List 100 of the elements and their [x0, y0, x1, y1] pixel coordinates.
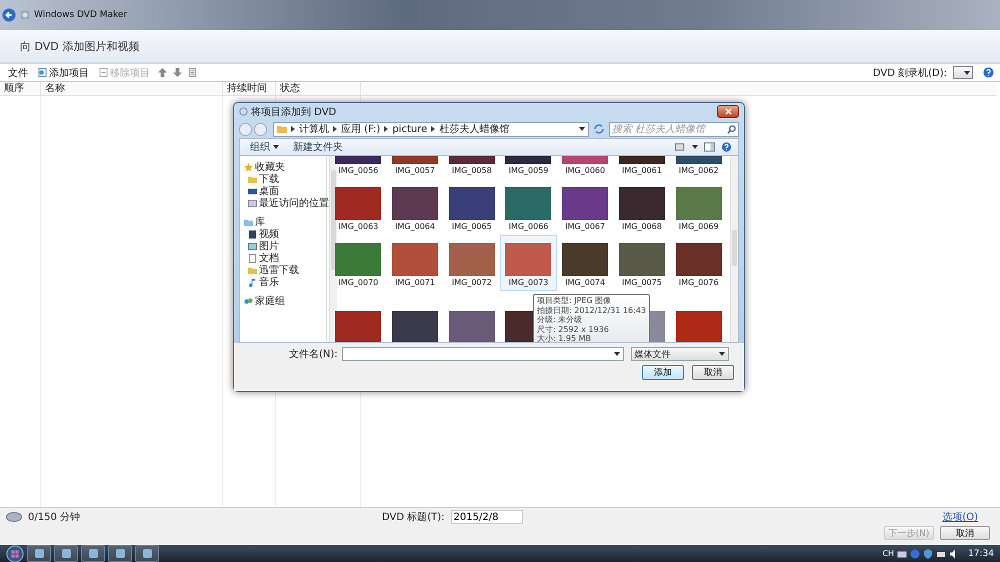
help-icon[interactable] — [721, 142, 732, 152]
footer-button[interactable]: 取消 — [940, 526, 990, 540]
file-tile[interactable]: IMG_0066 — [500, 179, 557, 235]
column-header[interactable]: 名称 — [41, 82, 223, 95]
column-header[interactable]: 状态 — [276, 82, 361, 95]
breadcrumb-item[interactable]: 杜莎夫人蜡像馆 — [439, 122, 510, 136]
burner-dropdown[interactable] — [953, 66, 973, 79]
document-icon — [248, 254, 257, 263]
dialog-button[interactable]: 添加 — [642, 365, 684, 380]
file-type-dropdown[interactable]: 媒体文件 — [630, 347, 729, 361]
shield-icon[interactable] — [923, 548, 934, 558]
file-tile[interactable]: IMG_0061 — [614, 156, 670, 179]
options-link[interactable]: 选项(O) — [942, 510, 978, 524]
file-tile[interactable]: IMG_0071 — [386, 235, 444, 291]
keyboard-icon[interactable] — [897, 548, 908, 558]
dvd-title-field[interactable]: 2015/2/8 — [450, 510, 523, 524]
photo-placeholder — [448, 243, 495, 276]
scrollbar[interactable] — [730, 156, 738, 342]
toolbar-button[interactable]: 文件 — [6, 66, 30, 80]
breadcrumb-item[interactable]: 应用 (F:) — [341, 122, 380, 136]
search-icon — [727, 124, 736, 134]
taskbar-app-icon[interactable] — [27, 545, 51, 562]
nav-item[interactable]: 最近访问的位置 — [244, 198, 329, 209]
address-bar[interactable]: 计算机 应用 (F:) picture 杜莎夫人蜡像馆 — [273, 122, 589, 136]
file-tile[interactable]: IMG_0075 — [614, 235, 670, 291]
view-icon[interactable] — [675, 142, 686, 152]
taskbar-app-icon[interactable] — [135, 545, 159, 562]
breadcrumb-item[interactable]: 计算机 — [299, 122, 329, 136]
file-tile[interactable]: IMG_0058 — [443, 156, 500, 179]
file-tile[interactable]: IMG_0059 — [500, 156, 557, 179]
file-tile[interactable]: IMG_0056 — [330, 156, 387, 179]
file-tile[interactable]: IMG_0062 — [670, 156, 727, 179]
photo-placeholder — [562, 187, 608, 220]
refresh-icon[interactable] — [593, 123, 605, 135]
command-button[interactable]: 组织 — [246, 140, 283, 154]
taskbar-app-icon[interactable] — [81, 545, 105, 562]
nav-group[interactable]: 收藏夹 — [244, 162, 329, 173]
nav-item[interactable]: 文档 — [244, 253, 329, 264]
close-button[interactable] — [717, 105, 739, 118]
nav-item[interactable]: 视频 — [244, 229, 329, 240]
move-down-icon[interactable] — [173, 68, 182, 77]
file-tile[interactable]: IMG_0070 — [330, 235, 387, 291]
start-icon[interactable] — [6, 544, 24, 562]
library-icon — [244, 218, 253, 227]
file-tile[interactable]: IMG_0076 — [670, 235, 727, 291]
search-field[interactable]: 搜索 杜莎夫人蜡像馆 — [609, 122, 739, 136]
document-icon[interactable] — [188, 68, 197, 77]
chevron-icon — [384, 126, 388, 132]
nav-item[interactable]: 桌面 — [244, 186, 329, 197]
photo-placeholder — [676, 311, 722, 342]
disc-icon — [20, 10, 30, 20]
file-tile[interactable]: IMG_0060 — [556, 156, 614, 179]
file-tile[interactable]: IMG_0068 — [614, 179, 670, 235]
tooltip-line: 拍摄日期: 2012/12/31 16:43 — [537, 306, 646, 315]
photo-placeholder — [335, 311, 382, 342]
caret-icon — [718, 352, 725, 356]
picture-icon — [248, 242, 257, 251]
language-indicator[interactable]: CH — [882, 549, 894, 558]
dialog-button[interactable]: 取消 — [692, 365, 734, 380]
chevron-icon — [431, 126, 436, 132]
remove-file-icon — [99, 68, 108, 77]
preview-pane-icon[interactable] — [704, 142, 715, 152]
file-tile[interactable]: IMG_0073 — [500, 235, 557, 291]
command-button[interactable]: 新建文件夹 — [289, 140, 347, 154]
caret-icon[interactable] — [692, 145, 698, 149]
file-tile[interactable]: IMG_0069 — [670, 179, 727, 235]
burner-label: DVD 刻录机(D): — [872, 66, 947, 80]
file-tile[interactable]: IMG_0072 — [443, 235, 500, 291]
window-title: Windows DVD Maker — [34, 10, 128, 20]
clock[interactable]: 17:34 — [968, 548, 994, 558]
breadcrumb-item[interactable]: picture — [392, 124, 428, 134]
column-header[interactable]: 持续时间 — [223, 82, 276, 95]
duration-text: 0/150 分钟 — [28, 510, 80, 524]
photo-placeholder — [392, 311, 438, 342]
close-icon — [724, 108, 732, 115]
toolbar-button[interactable]: 添加项目 — [36, 66, 91, 80]
nav-group[interactable]: 家庭组 — [244, 296, 329, 307]
nav-item[interactable]: 图片 — [244, 241, 329, 252]
taskbar-app-icon[interactable] — [54, 545, 78, 562]
file-tile[interactable]: IMG_0067 — [556, 179, 614, 235]
nav-item[interactable]: 下载 — [244, 174, 329, 185]
column-header[interactable]: 顺序 — [0, 82, 41, 95]
file-tile[interactable]: IMG_0057 — [386, 156, 444, 179]
folder-icon — [248, 266, 257, 275]
taskbar-app-icon[interactable] — [108, 545, 132, 562]
photo-placeholder — [448, 311, 495, 342]
tooltip-line: 分级: 未分级 — [537, 315, 584, 324]
photo-placeholder — [335, 187, 382, 220]
nav-item[interactable]: 音乐 — [244, 277, 329, 288]
file-tile[interactable]: IMG_0074 — [556, 235, 614, 291]
nav-item[interactable]: 迅雷下载 — [244, 265, 329, 276]
move-up-icon[interactable] — [158, 68, 167, 77]
filename-field[interactable] — [342, 347, 624, 361]
nav-group[interactable]: 库 — [244, 217, 329, 228]
photo-placeholder — [392, 187, 438, 220]
caret-icon — [614, 352, 620, 356]
file-tile[interactable]: IMG_0064 — [386, 179, 444, 235]
file-tile[interactable]: IMG_0063 — [330, 179, 387, 235]
help-icon[interactable] — [983, 67, 994, 78]
file-tile[interactable]: IMG_0065 — [443, 179, 500, 235]
